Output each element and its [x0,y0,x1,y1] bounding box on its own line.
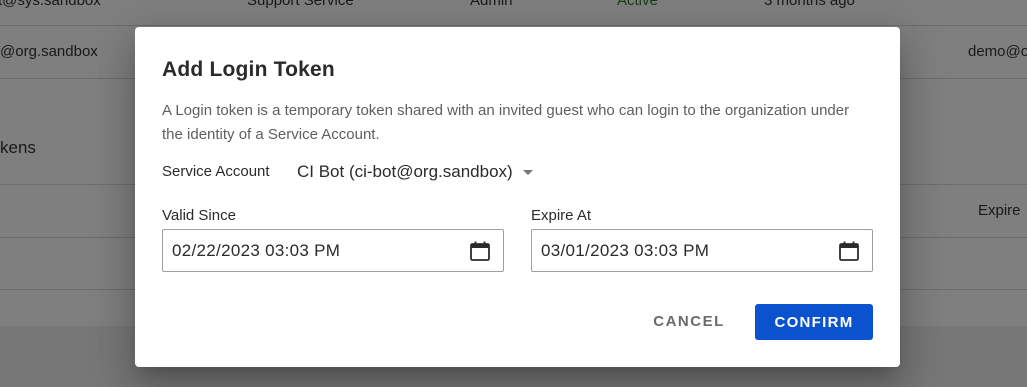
add-login-token-dialog: Add Login Token A Login token is a tempo… [135,27,900,367]
valid-since-value: 02/22/2023 03:03 PM [172,240,341,260]
calendar-icon[interactable] [838,240,860,262]
valid-since-input[interactable]: 02/22/2023 03:03 PM [162,229,504,272]
chevron-down-icon [522,169,533,175]
service-account-label: Service Account [162,163,270,180]
dialog-description: A Login token is a temporary token share… [162,102,850,143]
confirm-button[interactable]: CONFIRM [755,304,873,340]
calendar-icon[interactable] [469,240,491,262]
expire-at-label: Expire At [531,207,592,224]
expire-at-value: 03/01/2023 03:03 PM [541,240,710,260]
expire-at-input[interactable]: 03/01/2023 03:03 PM [531,229,873,272]
dialog-title: Add Login Token [162,58,335,81]
service-account-select[interactable]: CI Bot (ci-bot@org.sandbox) [297,159,533,185]
cancel-button[interactable]: CANCEL [645,304,733,339]
service-account-value: CI Bot (ci-bot@org.sandbox) [297,162,513,181]
valid-since-label: Valid Since [162,207,236,224]
